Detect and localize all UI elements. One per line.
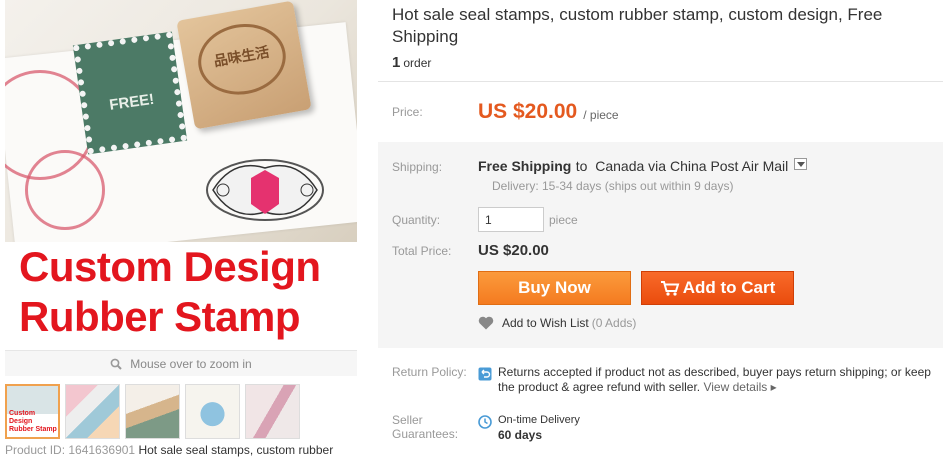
cart-icon — [660, 281, 680, 296]
on-time-delivery-label: On-time Delivery — [498, 414, 580, 426]
thumbnail-4[interactable] — [185, 384, 240, 439]
order-count: 1 order — [378, 48, 943, 71]
shipping-row: Shipping: Free Shipping to Canada via Ch… — [378, 158, 943, 176]
product-banner: Custom Design Rubber Stamp — [5, 242, 357, 350]
shipping-destination[interactable]: to Canada via China Post Air Mail — [576, 158, 788, 174]
purchase-box: Shipping: Free Shipping to Canada via Ch… — [378, 142, 943, 348]
price-label: Price: — [392, 105, 423, 119]
return-policy-row: Return Policy: Returns accepted if produ… — [378, 365, 943, 395]
price-value: US $20.00 — [478, 100, 578, 123]
postage-stamp-graphic: FREE! — [72, 31, 188, 155]
thumbnail-1-line-2: Rubber Stamp — [9, 426, 57, 433]
thumbnail-3[interactable] — [125, 384, 180, 439]
view-details-link[interactable]: View details ▸ — [703, 380, 776, 394]
return-policy-label: Return Policy: — [392, 365, 467, 379]
ornament-logo-icon — [206, 159, 324, 221]
add-to-cart-label: Add to Cart — [682, 278, 776, 297]
stamp-photo: FREE! 品味生活 — [5, 0, 357, 242]
buy-now-label: Buy Now — [518, 278, 591, 297]
total-label: Total Price: — [392, 243, 452, 258]
buy-now-button[interactable]: Buy Now — [478, 271, 631, 305]
price-row: Price: US $20.00 / piece — [378, 82, 943, 142]
total-value: US $20.00 — [478, 242, 549, 259]
product-detail: Hot sale seal stamps, custom rubber stam… — [378, 0, 943, 444]
wooden-stamp-graphic: 品味生活 — [176, 0, 312, 130]
product-id-line: Product ID: 1641636901 Hot sale seal sta… — [5, 443, 357, 457]
return-policy-text: Returns accepted if product not as descr… — [498, 365, 943, 395]
product-id: Product ID: 1641636901 — [5, 443, 136, 457]
clock-icon — [478, 415, 492, 429]
total-row: Total Price: US $20.00 — [378, 242, 943, 259]
quantity-unit: piece — [549, 212, 578, 227]
order-count-number: 1 — [392, 54, 401, 71]
thumbnail-2[interactable] — [65, 384, 120, 439]
shipping-dropdown-icon[interactable] — [794, 158, 808, 170]
product-title: Hot sale seal stamps, custom rubber stam… — [392, 5, 883, 46]
return-policy-icon — [478, 367, 492, 381]
quantity-label: Quantity: — [392, 212, 441, 227]
wishlist-row[interactable]: Add to Wish List (0 Adds) — [378, 316, 943, 330]
delivery-estimate: Delivery: 15-34 days (ships out within 9… — [492, 179, 734, 193]
seller-guarantees-row: Seller Guarantees: On-time Delivery 60 d… — [378, 413, 943, 444]
thumbnail-1-line-1: Custom Design — [9, 410, 36, 425]
shipping-method: Free Shipping — [478, 158, 572, 174]
thumbnail-5[interactable] — [245, 384, 300, 439]
add-to-cart-button[interactable]: Add to Cart — [641, 271, 794, 305]
banner-line-1: Custom Design — [19, 243, 321, 290]
heart-icon — [478, 316, 494, 330]
banner-line-2: Rubber Stamp — [19, 293, 301, 340]
product-gallery: FREE! 品味生活 Custom Design Rubber Stamp Mo… — [5, 0, 357, 457]
zoom-hint-text: Mouse over to zoom in — [130, 356, 252, 371]
wishlist-label[interactable]: Add to Wish List — [502, 316, 589, 330]
main-product-image[interactable]: FREE! 品味生活 Custom Design Rubber Stamp — [5, 0, 357, 350]
thumbnail-1[interactable]: Custom Design Rubber Stamp — [5, 384, 60, 439]
quantity-input[interactable] — [478, 207, 544, 232]
magnifier-icon — [110, 358, 123, 370]
seller-guarantees-label: Seller Guarantees: — [392, 413, 459, 441]
order-count-label: order — [403, 56, 432, 70]
guarantee-days: 60 days — [498, 428, 543, 442]
product-id-title: Hot sale seal stamps, custom rubber — [138, 443, 334, 457]
action-buttons: Buy Now Add to Cart — [378, 271, 943, 305]
price-unit: / piece — [583, 108, 619, 122]
zoom-hint-bar: Mouse over to zoom in — [5, 350, 357, 376]
wishlist-count: (0 Adds) — [591, 316, 637, 330]
shipping-label: Shipping: — [392, 160, 443, 174]
thumbnail-strip: Custom Design Rubber Stamp — [5, 384, 357, 439]
seller-guarantees-text: On-time Delivery 60 days — [498, 413, 580, 444]
quantity-row: Quantity: piece — [378, 207, 943, 232]
